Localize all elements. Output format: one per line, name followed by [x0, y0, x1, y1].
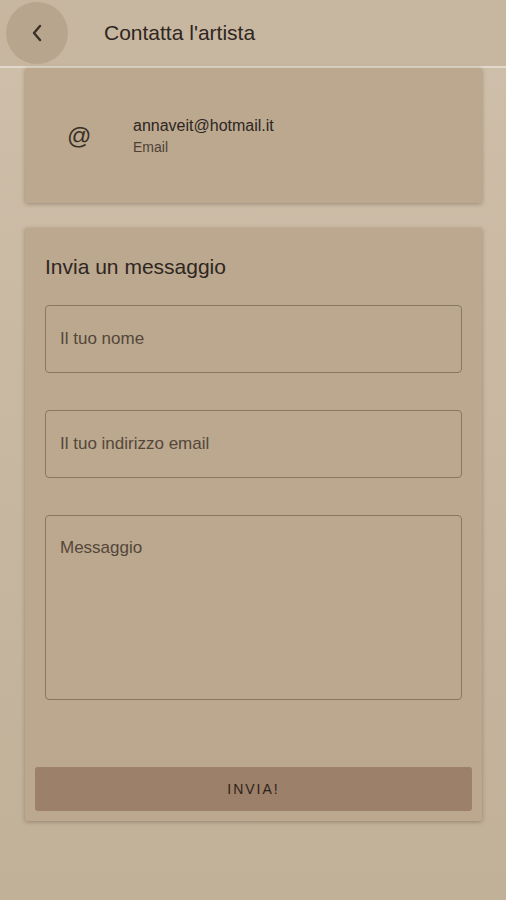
send-button[interactable]: INVIA! — [35, 767, 472, 811]
form-title: Invia un messaggio — [45, 255, 462, 279]
at-icon: @ — [67, 122, 91, 150]
contact-screen: Contatta l'artista @ annaveit@hotmail.it Em… — [0, 0, 506, 900]
chevron-left-icon — [30, 23, 44, 43]
content: @ annaveit@hotmail.it Email Invia un messag… — [0, 68, 506, 821]
contact-card: @ annaveit@hotmail.it Email — [25, 68, 482, 203]
message-field[interactable] — [45, 515, 462, 700]
top-bar: Contatta l'artista — [0, 0, 506, 68]
message-form: Invia un messaggio INVIA! — [25, 228, 482, 821]
text-field[interactable] — [45, 410, 462, 478]
email-row[interactable]: @ annaveit@hotmail.it Email — [25, 117, 274, 155]
email-label: Email — [133, 139, 274, 155]
text-field[interactable] — [45, 305, 462, 373]
page-title: Contatta l'artista — [104, 21, 255, 45]
email-value: annaveit@hotmail.it — [133, 117, 274, 135]
back-button[interactable] — [6, 2, 68, 64]
